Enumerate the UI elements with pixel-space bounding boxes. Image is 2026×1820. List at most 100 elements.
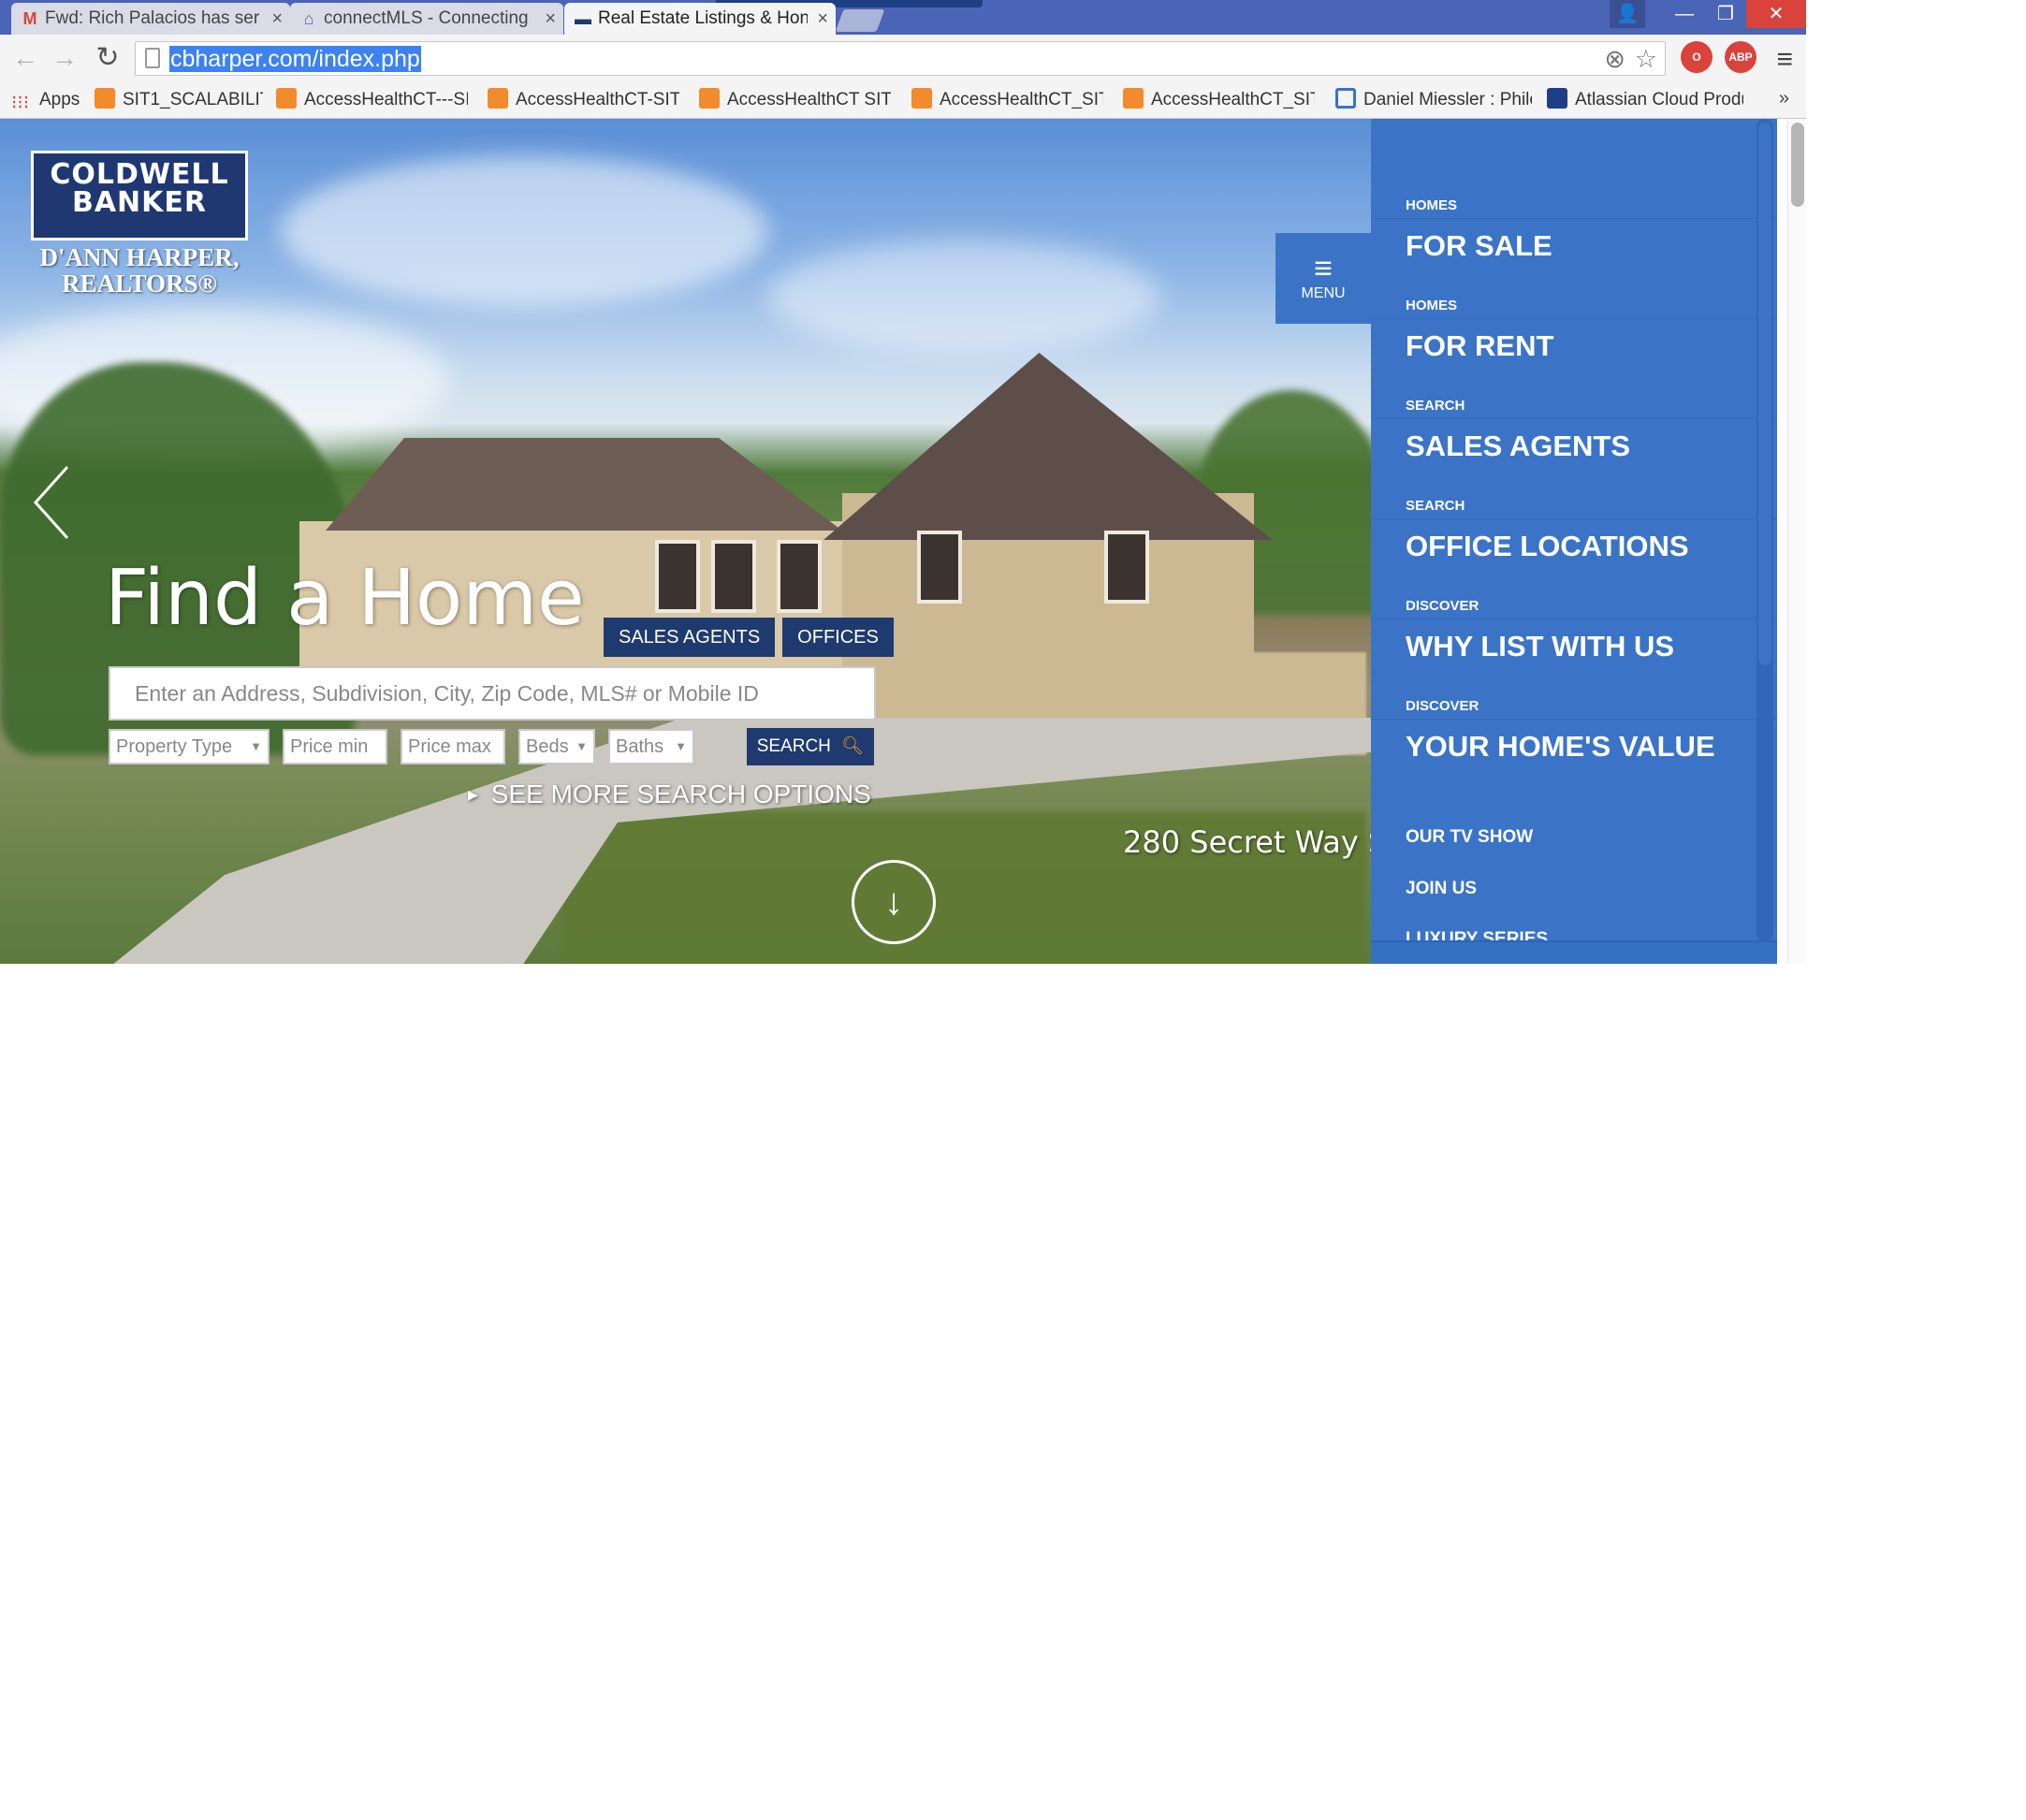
logo-line: COLDWELL	[50, 158, 229, 191]
logo-subtitle: D'ANN HARPER, REALTORS®	[31, 244, 248, 297]
property-type-select[interactable]: Property Type ▼	[109, 729, 270, 764]
bookmark-label: SIT1_SCALABILITY	[123, 90, 263, 109]
bookmark-star-icon[interactable]: ☆	[1635, 45, 1657, 74]
circle-icon	[1335, 88, 1356, 109]
compuware-icon	[911, 88, 932, 109]
bookmark-item[interactable]: Daniel Miessler : Philo	[1335, 88, 1532, 112]
house-roof	[824, 353, 1273, 540]
bookmark-apps[interactable]: ⁝⁝⁝ Apps	[11, 88, 86, 112]
browser-menu-icon[interactable]: ≡	[1776, 44, 1793, 76]
tab-gmail[interactable]: M Fwd: Rich Palacios has ser ×	[11, 3, 290, 35]
bookmark-item[interactable]: AccessHealthCT---SIT	[276, 88, 468, 112]
search-input[interactable]: Enter an Address, Subdivision, City, Zip…	[109, 666, 876, 721]
search-button[interactable]: SEARCH 🔍︎	[747, 728, 874, 765]
coldwell-banker-logo[interactable]: COLDWELL BANKER D'ANN HARPER, REALTORS®	[31, 151, 248, 297]
beds-select[interactable]: Beds ▼	[518, 729, 595, 764]
menu-bottom-bar	[1371, 940, 1777, 964]
bookmark-item[interactable]: SIT1_SCALABILITY	[95, 88, 263, 112]
tab-connectmls[interactable]: ⌂ connectMLS - Connecting ×	[290, 3, 563, 35]
bookmark-label: Apps	[39, 90, 80, 109]
house-roof	[326, 438, 842, 531]
bookmark-item[interactable]: AccessHealthCT_SIT_1	[911, 88, 1103, 112]
bookmark-label: AccessHealthCT_SIT_1	[940, 90, 1103, 109]
atlassian-icon	[1547, 88, 1567, 109]
select-value: Property Type	[116, 736, 233, 757]
menu-item-join-us[interactable]: JOIN US	[1406, 879, 1477, 899]
price-min-input[interactable]: Price min	[283, 729, 387, 764]
bookmark-item[interactable]: AccessHealthCT_SIT_1	[1123, 88, 1315, 112]
site-icon: ▬	[575, 9, 591, 28]
tab-offices[interactable]: OFFICES	[782, 618, 894, 657]
baths-select[interactable]: Baths ▼	[608, 729, 694, 764]
location-blocked-icon[interactable]: ⊗	[1604, 45, 1625, 74]
hero-title: Find a Home	[105, 554, 585, 643]
more-options-label: SEE MORE SEARCH OPTIONS	[490, 779, 871, 808]
input-placeholder: Price min	[290, 736, 369, 757]
menu-item-for-rent[interactable]: HOMES FOR RENT	[1371, 219, 1777, 362]
logo-box: COLDWELL BANKER	[31, 151, 248, 240]
search-button-label: SEARCH	[756, 736, 831, 756]
bookmark-item[interactable]: Atlassian Cloud Produ	[1547, 88, 1743, 112]
menu-item-sales-agents[interactable]: SEARCH SALES AGENTS	[1371, 319, 1777, 462]
sky-cloud	[767, 240, 1160, 353]
restore-button[interactable]: ❐	[1705, 0, 1746, 28]
menu-item-office-locations[interactable]: SEARCH OFFICE LOCATIONS	[1371, 419, 1777, 562]
forward-arrow-icon[interactable]: →	[49, 42, 80, 74]
menu-label: MENU	[1301, 285, 1346, 301]
logo-subtitle-line: REALTORS®	[62, 269, 217, 298]
see-more-search-options-link[interactable]: ▶ SEE MORE SEARCH OPTIONS	[468, 779, 871, 809]
opera-icon[interactable]: O	[1681, 41, 1713, 73]
menu-item-for-sale[interactable]: HOMES FOR SALE	[1371, 119, 1777, 262]
bookmark-item[interactable]: AccessHealthCT SIT-V	[699, 88, 891, 112]
menu-item-kicker: HOMES	[1406, 298, 1458, 313]
house-window	[655, 540, 700, 613]
search-tabs: SALES AGENTS OFFICES	[604, 618, 901, 657]
browser-window: M Fwd: Rich Palacios has ser × ⌂ connect…	[0, 0, 1806, 964]
gmail-icon: M	[22, 9, 37, 28]
menu-item-why-list[interactable]: DISCOVER WHY LIST WITH US	[1371, 519, 1777, 662]
page-scrollbar-thumb[interactable]	[1791, 123, 1804, 207]
dropdown-caret-icon: ▼	[576, 739, 588, 753]
tab-sales-agents[interactable]: SALES AGENTS	[604, 618, 776, 657]
tab-strip: M Fwd: Rich Palacios has ser × ⌂ connect…	[0, 0, 1806, 35]
menu-item-tv-show[interactable]: OUR TV SHOW	[1406, 827, 1533, 848]
close-tab-icon[interactable]: ×	[271, 3, 283, 35]
previous-slide-arrow-icon[interactable]	[32, 465, 79, 540]
minimize-button[interactable]: —	[1664, 0, 1705, 28]
bookmark-label: Atlassian Cloud Produ	[1575, 90, 1743, 109]
user-profile-icon[interactable]: 👤	[1610, 0, 1645, 28]
menu-item-kicker: SEARCH	[1406, 498, 1465, 514]
menu-item-kicker: SEARCH	[1406, 398, 1465, 414]
page-scrollbar[interactable]	[1787, 119, 1806, 964]
close-tab-icon[interactable]: ×	[817, 3, 828, 35]
tab-real-estate[interactable]: ▬ Real Estate Listings & Hon ×	[564, 3, 836, 35]
address-bar[interactable]: cbharper.com/index.php ⊗ ☆	[135, 41, 1666, 76]
triangle-right-icon: ▶	[468, 787, 478, 802]
bookmark-item[interactable]: AccessHealthCT-SIT 2	[488, 88, 679, 112]
listing-address-caption[interactable]: 280 Secret Way Sp	[1123, 824, 1407, 860]
menu-item-home-value[interactable]: DISCOVER YOUR HOME'S VALUE	[1371, 619, 1777, 763]
house-window	[711, 540, 756, 613]
back-arrow-icon[interactable]: ←	[9, 42, 41, 74]
new-tab-button[interactable]	[835, 9, 885, 32]
menu-toggle-button[interactable]: ≡ MENU	[1275, 233, 1371, 324]
menu-item-luxury-series[interactable]: LUXURY SERIES	[1406, 929, 1548, 940]
menu-item-kicker: DISCOVER	[1406, 598, 1479, 614]
bookmarks-bar: ⁝⁝⁝ Apps SIT1_SCALABILITY AccessHealthCT-…	[0, 83, 1806, 119]
menu-scrollbar-thumb[interactable]	[1758, 123, 1771, 665]
scroll-down-arrow-icon[interactable]: ↓	[852, 860, 936, 944]
url-text[interactable]: cbharper.com/index.php	[169, 46, 421, 72]
price-max-input[interactable]: Price max	[401, 729, 505, 764]
menu-item-label: YOUR HOME'S VALUE	[1406, 730, 1715, 763]
reload-icon[interactable]: ↻	[92, 42, 124, 74]
bookmark-label: AccessHealthCT---SIT	[304, 90, 468, 109]
close-tab-icon[interactable]: ×	[545, 3, 556, 35]
bookmark-label: AccessHealthCT_SIT_1	[1151, 90, 1315, 109]
menu-item-kicker: DISCOVER	[1406, 698, 1479, 714]
window-controls: 👤 — ❐ ✕	[1610, 0, 1806, 28]
close-window-button[interactable]: ✕	[1746, 0, 1806, 28]
adblock-icon[interactable]: ABP	[1725, 41, 1756, 73]
browser-toolbar: ← → ↻ cbharper.com/index.php ⊗ ☆ O ABP ≡	[0, 35, 1806, 83]
more-bookmarks-chevron-icon[interactable]: »	[1779, 88, 1789, 109]
bookmark-label: AccessHealthCT SIT-V	[727, 90, 891, 109]
